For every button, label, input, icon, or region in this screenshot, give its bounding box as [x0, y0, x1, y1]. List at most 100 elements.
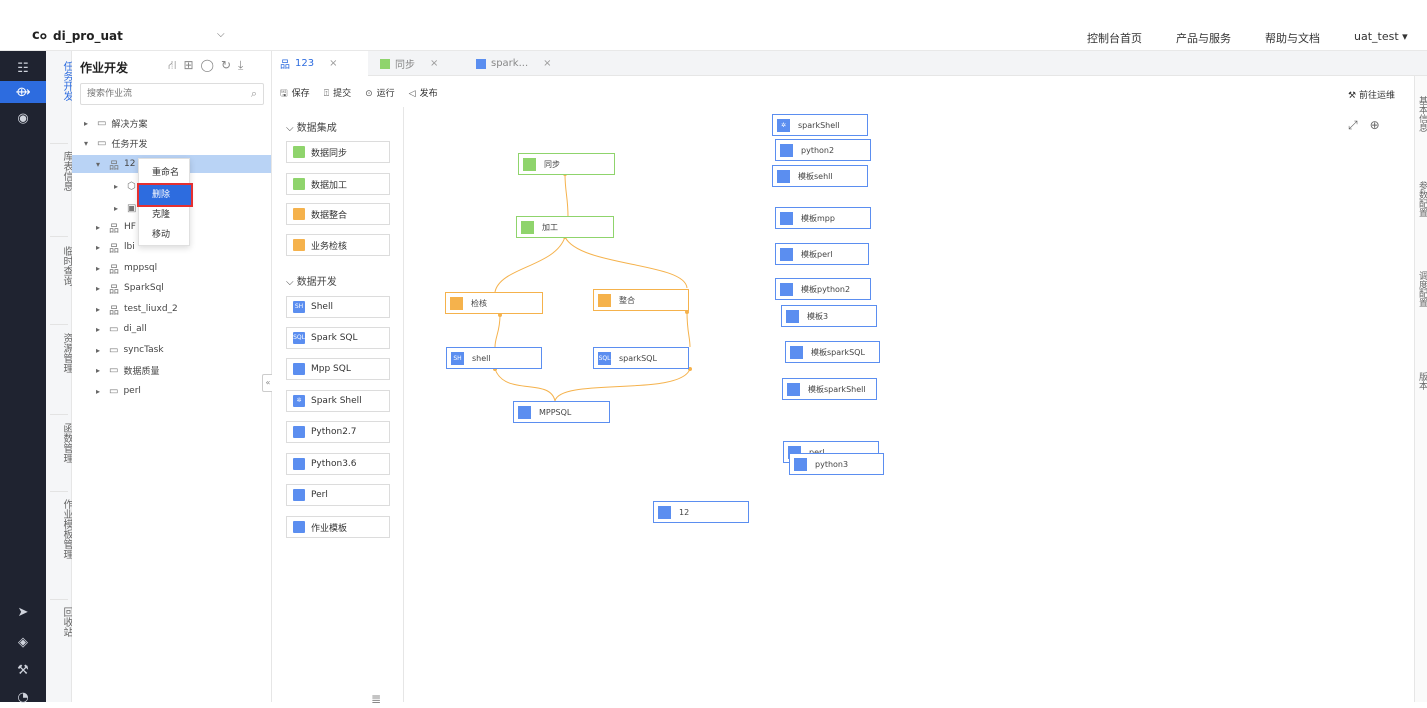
tab-123[interactable]: 品 123 ×: [272, 51, 368, 76]
send-icon[interactable]: ➤: [0, 601, 46, 623]
menu-table-info[interactable]: 库表信息: [46, 151, 72, 191]
save-button[interactable]: 🖫 保存: [280, 86, 310, 102]
close-icon[interactable]: ×: [329, 58, 337, 69]
tab-spark[interactable]: spark... ×: [468, 51, 560, 76]
node-shell[interactable]: SH shell: [446, 347, 542, 369]
palette-shell[interactable]: SH Shell: [286, 296, 390, 318]
tools-icon[interactable]: ⚒: [0, 659, 46, 681]
tree-node-test-liuxd[interactable]: ▸ 品 test_liuxd_2: [96, 300, 178, 318]
palette-job-template[interactable]: 作业模板: [286, 516, 390, 538]
palette-business-check[interactable]: 业务检核: [286, 234, 390, 256]
node-12[interactable]: 12: [653, 501, 749, 523]
nav-console-home[interactable]: 控制台首页: [1087, 30, 1142, 46]
tree-node-synctask[interactable]: ▸ ▭ syncTask: [96, 341, 164, 359]
panel-schedule[interactable]: 调度配置: [1417, 271, 1427, 307]
tree-node-child[interactable]: ▸ ⬡: [114, 177, 136, 195]
new-flow-icon[interactable]: ⛙: [168, 58, 176, 74]
flow-canvas[interactable]: 同步 加工 检核 整合 SH shell SQL sparkSQL MPPSQL 1…: [405, 107, 1414, 702]
search-input[interactable]: [81, 84, 231, 104]
tree-node-quality[interactable]: ▸ ▭ 数据质量: [96, 361, 159, 379]
chart-icon[interactable]: ◔: [0, 686, 46, 708]
menu-move[interactable]: 移动: [139, 225, 191, 245]
node-tpl-perl[interactable]: 模板perl: [775, 243, 869, 265]
node-tpl-sparkshell[interactable]: 模板sparkShell: [782, 378, 877, 400]
tree-node-sparksql[interactable]: ▸ 品 SparkSql: [96, 279, 164, 297]
menu-resource[interactable]: 资源管理: [46, 333, 72, 373]
develop-icon[interactable]: ⟴: [0, 81, 46, 103]
node-sparksql[interactable]: SQL sparkSQL: [593, 347, 689, 369]
collapse-list-icon[interactable]: ≣: [371, 692, 381, 706]
refresh-icon[interactable]: ↻: [221, 58, 231, 74]
download-icon[interactable]: ⤓: [238, 58, 243, 74]
node-check[interactable]: 检核: [445, 292, 543, 314]
shield-icon[interactable]: ◉: [0, 107, 46, 129]
nav-products[interactable]: 产品与服务: [1176, 30, 1231, 46]
submit-button[interactable]: ⍐ 提交: [324, 86, 351, 102]
section-data-dev[interactable]: ⌵ 数据开发: [286, 273, 337, 288]
node-tpl-sehll[interactable]: 模板sehll: [772, 165, 868, 187]
node-tpl-python2[interactable]: 模板python2: [775, 278, 871, 300]
menu-temp-query[interactable]: 临时查询: [46, 246, 72, 286]
palette-python36[interactable]: Python3.6: [286, 453, 390, 475]
tree-node-child[interactable]: ▸ ▣: [114, 199, 136, 217]
new-folder-icon[interactable]: ⊞: [183, 58, 193, 74]
section-data-integration[interactable]: ⌵ 数据集成: [286, 119, 337, 134]
node-mppsql[interactable]: MPPSQL: [513, 401, 610, 423]
logo-icon: cܘ: [32, 28, 47, 43]
palette-spark-sql[interactable]: SQL Spark SQL: [286, 327, 390, 349]
menu-template[interactable]: 作业模板管理: [46, 499, 72, 559]
tree-node-mppsql[interactable]: ▸ 品 mppsql: [96, 259, 157, 277]
tree-node-task-dev[interactable]: ▾ ▭ 任务开发: [84, 134, 147, 152]
tab-sync[interactable]: 同步 ×: [372, 51, 466, 76]
nav-help[interactable]: 帮助与文档: [1265, 30, 1320, 46]
menu-rename[interactable]: 重命名: [139, 163, 191, 183]
tree-node-di-all[interactable]: ▸ ▭ di_all: [96, 320, 147, 338]
publish-button[interactable]: ◁ 发布: [409, 86, 438, 102]
dashboard-icon[interactable]: ☷: [0, 57, 46, 79]
run-button[interactable]: ⊙ 运行: [365, 86, 395, 102]
panel-version[interactable]: 版本: [1417, 372, 1427, 390]
close-icon[interactable]: ×: [430, 58, 438, 69]
node-python2[interactable]: python2: [775, 139, 871, 161]
sql-icon: SQL: [293, 332, 305, 344]
locate-icon[interactable]: ◯: [201, 58, 214, 74]
panel-basic-info[interactable]: 基本信息: [1417, 96, 1427, 132]
menu-delete[interactable]: 删除: [137, 183, 193, 207]
check-icon: [293, 239, 305, 251]
menu-function[interactable]: 函数管理: [46, 423, 72, 463]
flow-icon: 品: [280, 60, 290, 71]
tree-node-hf[interactable]: ▸ 品 HF: [96, 218, 136, 236]
close-icon[interactable]: ×: [543, 58, 551, 69]
menu-task-dev[interactable]: 任务开发: [46, 61, 72, 101]
layers-icon[interactable]: ◈: [0, 631, 46, 653]
node-sync[interactable]: 同步: [518, 153, 615, 175]
palette-perl[interactable]: Perl: [286, 484, 390, 506]
node-integrate[interactable]: 整合: [593, 289, 689, 311]
node-process[interactable]: 加工: [516, 216, 614, 238]
goto-ops-button[interactable]: ⚒ 前往运维: [1348, 88, 1395, 101]
tree-node-solution[interactable]: ▸ ▭ 解决方案: [84, 114, 147, 132]
node-tpl3[interactable]: 模板3: [781, 305, 877, 327]
node-sparkshell[interactable]: ✲ sparkShell: [772, 114, 868, 136]
menu-recycle[interactable]: 回收站: [46, 607, 72, 637]
context-menu: 重命名 删除 克隆 移动: [137, 158, 193, 246]
chevron-down-icon[interactable]: ⌵: [217, 29, 225, 40]
panel-params[interactable]: 参数配置: [1417, 181, 1427, 217]
node-tpl-mpp[interactable]: 模板mpp: [775, 207, 871, 229]
palette-spark-shell[interactable]: ✲ Spark Shell: [286, 390, 390, 412]
menu-clone[interactable]: 克隆: [139, 205, 191, 225]
tree-node-perl[interactable]: ▸ ▭ perl: [96, 382, 141, 400]
palette-data-process[interactable]: 数据加工: [286, 173, 390, 195]
palette-data-sync[interactable]: 数据同步: [286, 141, 390, 163]
palette-python27[interactable]: Python2.7: [286, 421, 390, 443]
node-python3[interactable]: python3: [789, 453, 884, 475]
palette-mpp-sql[interactable]: Mpp SQL: [286, 358, 390, 380]
palette-data-integrate[interactable]: 数据整合: [286, 203, 390, 225]
node-tpl-sparksql[interactable]: 模板sparkSQL: [785, 341, 880, 363]
user-menu[interactable]: uat_test ▾: [1354, 30, 1408, 43]
search-icon[interactable]: ⌕: [251, 87, 257, 101]
tree-node-lbi[interactable]: ▸ 品 lbi: [96, 238, 135, 256]
edge: [494, 314, 501, 348]
python-icon: [293, 458, 305, 470]
project-switcher[interactable]: cܘ di_pro_uat: [32, 28, 123, 43]
